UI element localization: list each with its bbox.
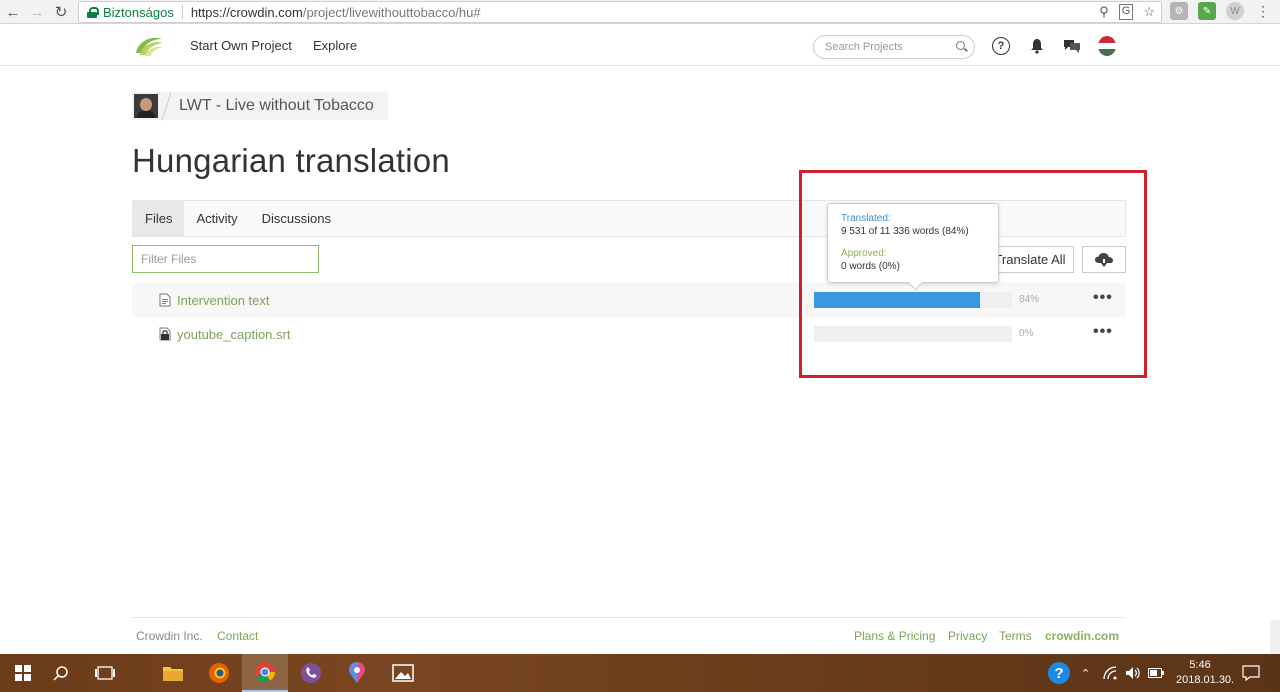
footer-brand-link[interactable]: crowdin.com [1045, 629, 1119, 643]
project-breadcrumb[interactable]: LWT - Live without Tobacco [132, 91, 388, 121]
help-icon[interactable]: ? [992, 37, 1010, 55]
url-host: https://crowdin.com [190, 4, 303, 20]
address-bar[interactable]: Biztonságos https://crowdin.com/project/… [78, 1, 1162, 23]
chrome-icon[interactable] [242, 654, 288, 692]
firefox-icon[interactable] [196, 654, 242, 692]
secure-label: Biztonságos [103, 4, 174, 20]
nav-start-own-project[interactable]: Start Own Project [190, 25, 292, 66]
file-name-link[interactable]: Intervention text [177, 293, 270, 308]
language-flag-icon[interactable] [1098, 36, 1116, 56]
system-clock[interactable]: 5:46 2018.01.30. [1176, 658, 1235, 688]
search-placeholder: Search Projects [825, 41, 903, 53]
page-title: Hungarian translation [132, 142, 450, 179]
project-name[interactable]: LWT - Live without Tobacco [179, 97, 374, 115]
forward-icon[interactable]: → [26, 1, 48, 23]
url-text: https://crowdin.com/project/livewithoutt… [191, 5, 481, 20]
chevron-up-icon[interactable]: ⌃ [1081, 654, 1090, 692]
clock-date: 2018.01.30. [1176, 674, 1235, 686]
scrollbar[interactable] [1270, 620, 1280, 654]
wifi-icon[interactable] [1103, 654, 1119, 692]
footer-plans-link[interactable]: Plans & Pricing [854, 629, 935, 643]
footer-privacy-link[interactable]: Privacy [948, 629, 987, 643]
project-avatar [134, 94, 158, 118]
zoom-icon[interactable]: ⚲ [1099, 4, 1109, 20]
search-projects-input[interactable]: Search Projects [813, 35, 975, 59]
notifications-bell-icon[interactable] [1028, 37, 1046, 55]
url-path: /project/livewithouttobacco/hu# [302, 4, 481, 20]
search-icon [956, 41, 965, 50]
tab-files[interactable]: Files [133, 201, 185, 236]
notification-center-icon[interactable] [1242, 654, 1260, 692]
clock-time: 5:46 [1189, 659, 1211, 671]
extension-green-icon[interactable]: ✎ [1198, 2, 1216, 20]
menu-kebab-icon[interactable]: ⋮ [1254, 2, 1272, 20]
bookmark-star-icon[interactable]: ☆ [1143, 4, 1155, 20]
file-name-link[interactable]: youtube_caption.srt [177, 327, 290, 342]
omnibox-icons: ⚲ G ☆ [1099, 4, 1155, 20]
filter-placeholder: Filter Files [141, 252, 197, 266]
filter-files-input[interactable]: Filter Files [132, 245, 319, 273]
translate-icon[interactable]: G [1118, 4, 1134, 20]
search-icon[interactable] [38, 654, 84, 692]
wordpress-icon[interactable]: W [1226, 2, 1244, 20]
back-icon[interactable]: ← [2, 1, 24, 23]
site-header: Start Own Project Explore Search Project… [0, 25, 1280, 66]
lock-icon [87, 6, 99, 18]
maps-pin-icon[interactable] [334, 654, 380, 692]
messages-icon[interactable] [1063, 37, 1081, 55]
crowdin-logo-icon[interactable] [134, 35, 164, 57]
viber-icon[interactable] [288, 654, 334, 692]
highlight-box [799, 170, 1147, 378]
footer: Crowdin Inc. Contact Plans & Pricing Pri… [132, 617, 1126, 653]
task-view-icon[interactable] [82, 654, 128, 692]
volume-icon[interactable] [1125, 654, 1141, 692]
taskbar: ? ⌃ 5:46 2018.01.30. [0, 654, 1280, 692]
footer-contact-link[interactable]: Contact [217, 629, 258, 643]
tab-discussions[interactable]: Discussions [250, 201, 343, 236]
help-tray-icon[interactable]: ? [1047, 654, 1071, 692]
svg-text:?: ? [1054, 665, 1063, 682]
photos-icon[interactable] [380, 654, 426, 692]
footer-terms-link[interactable]: Terms [999, 629, 1032, 643]
reload-icon[interactable]: ↻ [50, 1, 72, 23]
breadcrumb-separator [161, 91, 172, 121]
tab-activity[interactable]: Activity [184, 201, 249, 236]
extension-puzzle-icon[interactable]: ⚙ [1170, 2, 1188, 20]
file-explorer-icon[interactable] [150, 654, 196, 692]
nav-explore[interactable]: Explore [313, 25, 357, 66]
battery-icon[interactable] [1148, 654, 1164, 692]
file-icon [159, 293, 171, 307]
address-separator [181, 5, 183, 19]
file-locked-icon [159, 327, 171, 341]
browser-toolbar: ← → ↻ Biztonságos https://crowdin.com/pr… [0, 0, 1280, 24]
footer-company: Crowdin Inc. [136, 629, 203, 643]
extension-icons: ⚙ ✎ W ⋮ [1170, 2, 1272, 20]
